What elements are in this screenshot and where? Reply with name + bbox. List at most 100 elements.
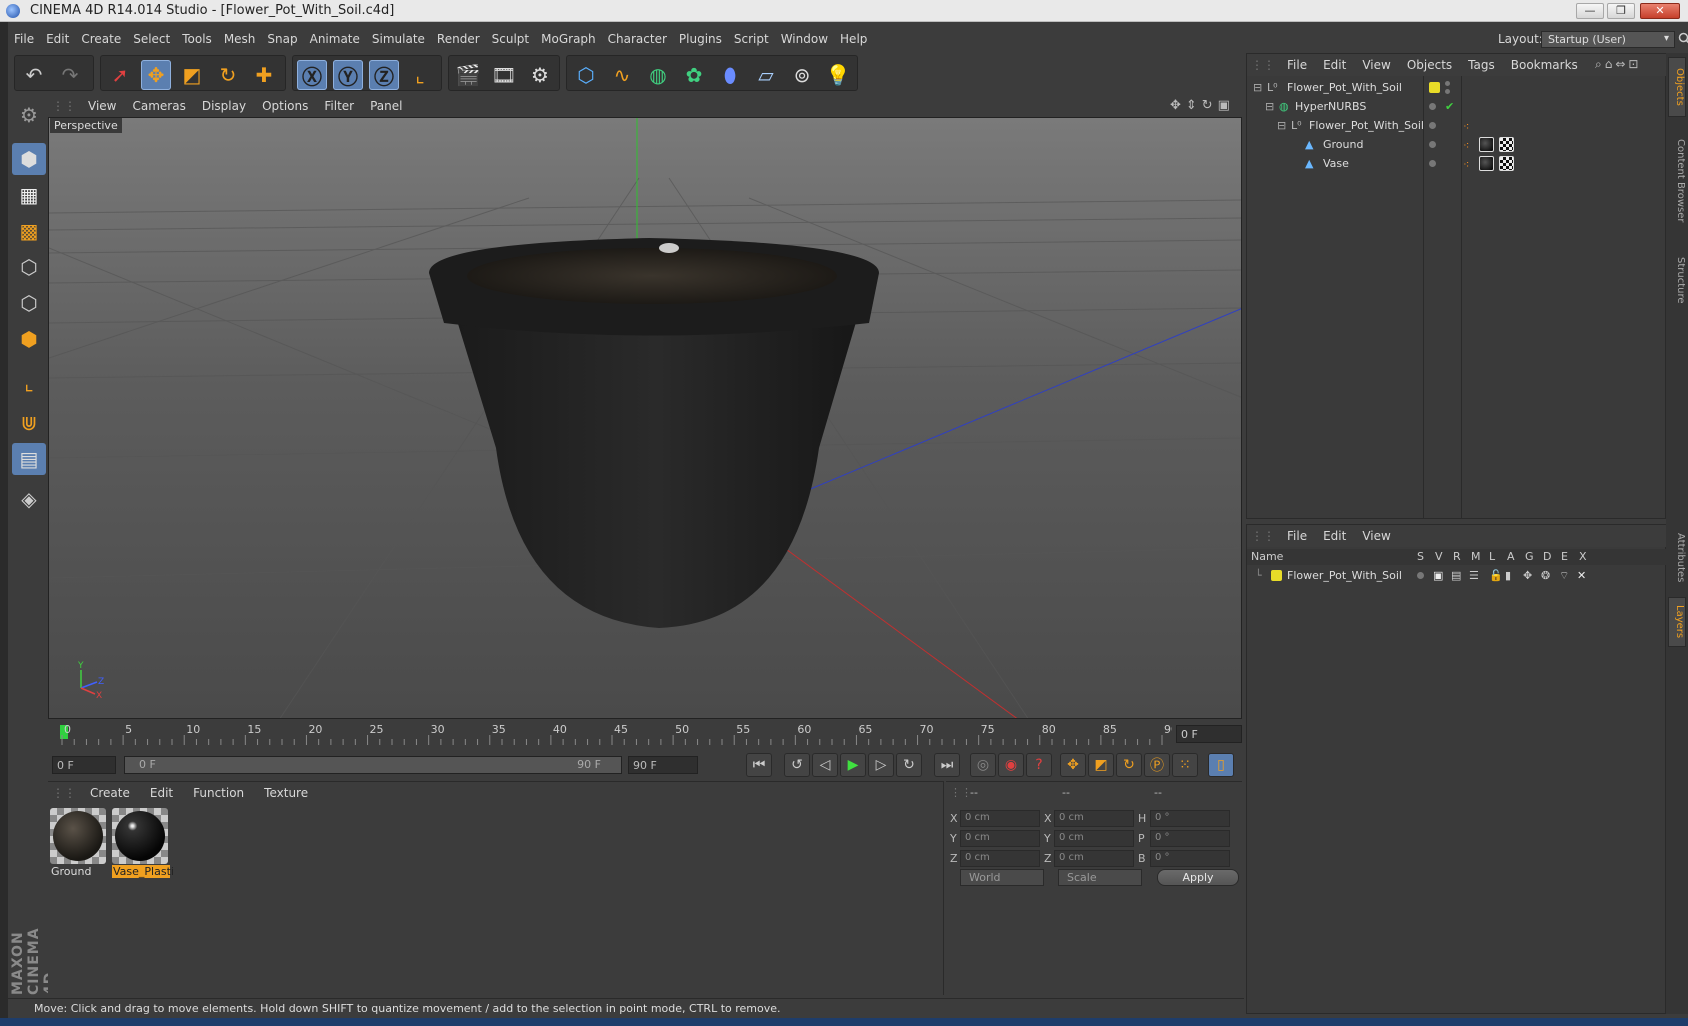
previous-frame-icon[interactable]: ◁: [812, 753, 838, 777]
col-xref[interactable]: X: [1579, 550, 1587, 563]
layer-color-swatch[interactable]: [1271, 570, 1282, 581]
material-tag-icon[interactable]: [1479, 137, 1494, 152]
menu-simulate[interactable]: Simulate: [366, 29, 431, 49]
object-row-ground[interactable]: ▲ Ground ⁖: [1253, 135, 1663, 154]
snap-magnet-icon[interactable]: ⋓: [12, 407, 46, 439]
rot-h-field[interactable]: 0 °: [1150, 810, 1230, 827]
col-solo[interactable]: S: [1417, 550, 1424, 563]
preview-range-slider[interactable]: 0 F 90 F: [124, 756, 622, 774]
rot-p-field[interactable]: 0 °: [1150, 830, 1230, 847]
redo-icon[interactable]: ↷: [55, 60, 85, 90]
material-menu-function[interactable]: Function: [183, 782, 254, 804]
menu-tools[interactable]: Tools: [176, 29, 218, 49]
material-vase-plastic[interactable]: Vase_Plasti: [112, 808, 174, 880]
col-expressions[interactable]: E: [1561, 550, 1568, 563]
material-menu-create[interactable]: Create: [80, 782, 140, 804]
pos-z-field[interactable]: 0 cm: [960, 850, 1040, 867]
edges-mode-icon[interactable]: ⬡: [12, 287, 46, 319]
tree-expand-icon[interactable]: ⊟: [1277, 119, 1286, 132]
spline-icon[interactable]: ∿: [607, 60, 637, 90]
menu-sculpt[interactable]: Sculpt: [486, 29, 535, 49]
render-view-icon[interactable]: 🎬: [453, 60, 483, 90]
undo-icon[interactable]: ↶: [19, 60, 49, 90]
coordinate-system-icon[interactable]: ⌞: [405, 60, 435, 90]
size-x-field[interactable]: 0 cm: [1054, 810, 1134, 827]
menu-help[interactable]: Help: [834, 29, 873, 49]
search-icon[interactable]: [1678, 32, 1688, 46]
x-axis-lock-icon[interactable]: Ⓧ: [297, 60, 327, 90]
object-row-hypernurbs[interactable]: ⊟ ◍ HyperNURBS ✔: [1253, 97, 1663, 116]
menu-character[interactable]: Character: [602, 29, 673, 49]
go-to-start-icon[interactable]: ⏮: [746, 753, 772, 777]
menu-render[interactable]: Render: [431, 29, 486, 49]
add-tool-icon[interactable]: ✚: [249, 60, 279, 90]
size-y-field[interactable]: 0 cm: [1054, 830, 1134, 847]
deformer-icon[interactable]: ⬮: [715, 60, 745, 90]
menu-animate[interactable]: Animate: [304, 29, 366, 49]
move-tool-icon[interactable]: ✥: [141, 60, 171, 90]
workplane-mode-icon[interactable]: ▩: [12, 215, 46, 247]
object-row-flower-pot[interactable]: ⊟ L⁰ Flower_Pot_With_Soil: [1253, 78, 1663, 97]
editor-visibility-dot[interactable]: [1445, 81, 1450, 86]
menu-select[interactable]: Select: [127, 29, 176, 49]
array-icon[interactable]: ✿: [679, 60, 709, 90]
texture-tag-icon[interactable]: [1499, 137, 1514, 152]
z-axis-lock-icon[interactable]: Ⓩ: [369, 60, 399, 90]
object-manager-search-home-icons[interactable]: ⌕⌂⇔⊡: [1595, 57, 1641, 72]
tab-layers[interactable]: Layers: [1668, 597, 1686, 647]
col-name[interactable]: Name: [1251, 550, 1283, 563]
viewport-menu-display[interactable]: Display: [194, 97, 254, 115]
object-menu-view[interactable]: View: [1354, 54, 1398, 76]
workplane-lock-icon[interactable]: ▤: [12, 443, 46, 475]
start-frame-field[interactable]: 0 F: [52, 756, 116, 774]
timeline-window-icon[interactable]: ▯: [1208, 753, 1234, 777]
layer-render-toggle-icon[interactable]: ▤: [1451, 569, 1461, 582]
viewport-navigation-icons[interactable]: ✥⇕↻▣: [1170, 98, 1235, 113]
object-row-flower-pot-child[interactable]: ⊟ L⁰ Flower_Pot_With_Soil ⁖: [1253, 116, 1663, 135]
tab-objects[interactable]: Objects: [1668, 57, 1686, 117]
enabled-check-icon[interactable]: ✔: [1445, 100, 1454, 113]
menu-script[interactable]: Script: [728, 29, 775, 49]
col-view[interactable]: V: [1435, 550, 1443, 563]
minimize-button[interactable]: —: [1576, 3, 1604, 19]
pos-x-field[interactable]: 0 cm: [960, 810, 1040, 827]
layer-menu-view[interactable]: View: [1354, 525, 1398, 547]
material-menu-texture[interactable]: Texture: [254, 782, 318, 804]
texture-mode-icon[interactable]: ▦: [12, 179, 46, 211]
menu-plugins[interactable]: Plugins: [673, 29, 728, 49]
nurbs-icon[interactable]: ◍: [643, 60, 673, 90]
polygons-mode-icon[interactable]: ⬢: [12, 323, 46, 355]
go-to-previous-keyframe-icon[interactable]: ↺: [784, 753, 810, 777]
layer-xref-toggle-icon[interactable]: ✕: [1577, 569, 1586, 582]
viewport-menu-options[interactable]: Options: [254, 97, 316, 115]
layer-generators-toggle-icon[interactable]: ✥: [1523, 569, 1532, 582]
material-tag-icon[interactable]: [1479, 156, 1494, 171]
col-deformers[interactable]: D: [1543, 550, 1551, 563]
pos-y-field[interactable]: 0 cm: [960, 830, 1040, 847]
object-menu-edit[interactable]: Edit: [1315, 54, 1354, 76]
next-frame-icon[interactable]: ▷: [868, 753, 894, 777]
texture-tag-icon[interactable]: [1499, 156, 1514, 171]
soft-selection-icon[interactable]: ◈: [12, 483, 46, 515]
render-settings-icon[interactable]: ⚙: [525, 60, 555, 90]
material-menu-edit[interactable]: Edit: [140, 782, 183, 804]
object-menu-tags[interactable]: Tags: [1460, 54, 1503, 76]
menu-create[interactable]: Create: [75, 29, 127, 49]
size-z-field[interactable]: 0 cm: [1054, 850, 1134, 867]
tab-structure[interactable]: Structure: [1668, 245, 1686, 315]
menu-file[interactable]: File: [8, 29, 40, 49]
tab-attributes[interactable]: Attributes: [1668, 523, 1686, 593]
current-frame-field[interactable]: 0 F: [1176, 725, 1242, 743]
rotate-tool-icon[interactable]: ↻: [213, 60, 243, 90]
model-mode-icon[interactable]: ⬢: [12, 143, 46, 175]
render-picture-viewer-icon[interactable]: 🎞: [489, 60, 519, 90]
viewport-menu-cameras[interactable]: Cameras: [124, 97, 193, 115]
viewport-menu-view[interactable]: View: [80, 97, 124, 115]
layer-menu-file[interactable]: File: [1279, 525, 1315, 547]
tree-expand-icon[interactable]: ⊟: [1265, 100, 1274, 113]
menu-mograph[interactable]: MoGraph: [535, 29, 602, 49]
layer-deformers-toggle-icon[interactable]: ❂: [1541, 569, 1550, 582]
layer-solo-toggle[interactable]: [1417, 572, 1424, 579]
end-frame-field[interactable]: 90 F: [628, 756, 698, 774]
perspective-viewport[interactable]: Y Z X: [48, 117, 1242, 719]
